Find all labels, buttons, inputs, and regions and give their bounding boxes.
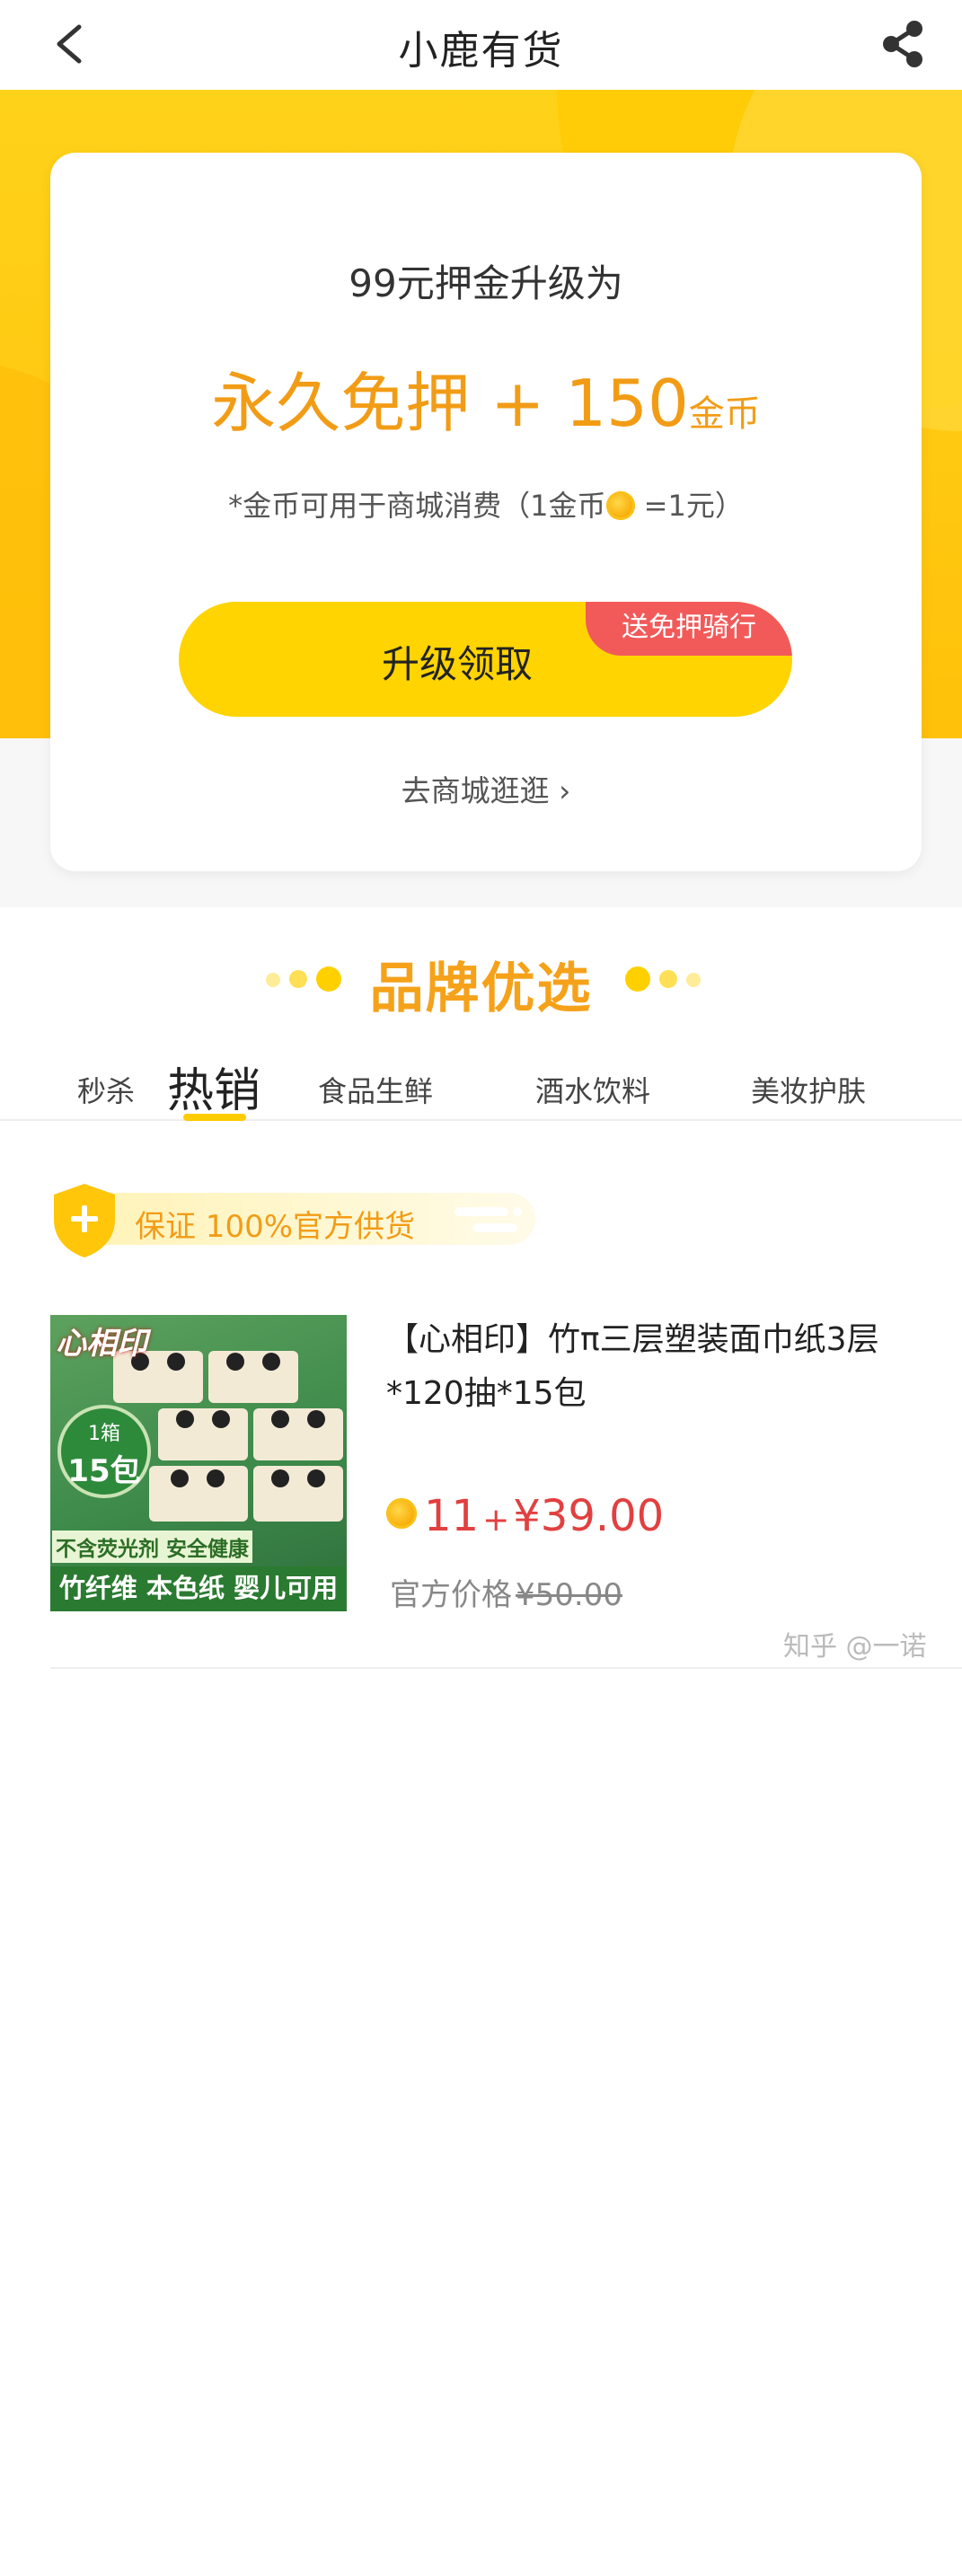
image-caption-1: 不含荧光剂 安全健康: [52, 1531, 253, 1563]
coin-amount: 11: [424, 1491, 480, 1541]
image-caption-2: 竹纤维 本色纸 婴儿可用: [50, 1566, 347, 1611]
upgrade-claim-button[interactable]: 升级领取 送免押骑行: [179, 602, 792, 717]
product-image[interactable]: 心相印 1箱 15包 不含荧光剂 安全健康 竹纤维 本色纸 婴儿可用: [50, 1315, 347, 1611]
pack-badge: 1箱 15包: [57, 1405, 151, 1498]
top-nav-bar: 小鹿有货: [0, 0, 962, 90]
coin-icon: [605, 491, 635, 520]
coin-note: *金币可用于商城消费（1金币 =1元）: [50, 483, 922, 525]
dot: [625, 966, 650, 992]
category-tabs: 秒杀 热销 食品生鲜 酒水饮料 美妆护肤: [0, 1042, 962, 1121]
divider: [50, 1667, 962, 1669]
tab-food-fresh[interactable]: 食品生鲜: [318, 1069, 433, 1110]
headline-main: 永久免押 + 150: [211, 366, 689, 441]
cash-price: ¥39.00: [513, 1491, 665, 1541]
tab-drinks[interactable]: 酒水饮料: [535, 1069, 650, 1110]
guarantee-text: 保证 100%官方供货: [135, 1209, 416, 1245]
brand-section: [0, 907, 962, 2576]
active-tab-indicator: [183, 1114, 246, 1121]
official-price-value: ¥50.00: [516, 1577, 622, 1613]
official-price-label: 官方价格: [390, 1577, 512, 1613]
headline-unit: 金币: [688, 393, 761, 435]
pack-badge-bottom: 15包: [67, 1453, 141, 1489]
coin-note-suffix: =1元）: [634, 489, 744, 523]
price-plus: +: [482, 1502, 510, 1539]
watermark: 知乎 @一诺: [783, 1631, 927, 1663]
official-price: 官方价格 ¥50.00: [390, 1570, 622, 1614]
free-ride-tag: 送免押骑行: [586, 602, 792, 656]
pack-badge-top: 1箱: [88, 1423, 120, 1445]
product-title[interactable]: 【心相印】竹π三层塑装面巾纸3层*120抽*15包: [386, 1313, 934, 1421]
brand-section-title: 品牌优选: [369, 957, 593, 1020]
coin-note-prefix: *金币可用于商城消费（1金币: [228, 489, 606, 523]
guarantee-banner: 保证 100%官方供货: [50, 1182, 535, 1257]
go-to-mall-link[interactable]: 去商城逛逛 ›: [50, 767, 922, 810]
page-title: 小鹿有货: [398, 28, 564, 74]
decorative-lines: [455, 1207, 522, 1232]
dot: [659, 970, 677, 988]
dot: [686, 973, 701, 987]
tab-hot-sale[interactable]: 热销: [167, 1053, 260, 1120]
share-icon[interactable]: [878, 18, 927, 70]
tab-miaosha[interactable]: 秒杀: [77, 1069, 135, 1110]
shield-plus-icon: [54, 1184, 115, 1257]
upgrade-card: 99元押金升级为 永久免押 + 150金币 *金币可用于商城消费（1金币 =1元…: [50, 153, 922, 871]
upgrade-headline: 永久免押 + 150金币: [50, 350, 922, 445]
coin-icon: [386, 1498, 417, 1529]
product-price: 11 +¥39.00: [386, 1491, 664, 1541]
brand-logo: 心相印: [56, 1326, 147, 1362]
upgrade-subtitle: 99元押金升级为: [349, 261, 623, 305]
title-dots-right: [625, 966, 706, 992]
tab-beauty[interactable]: 美妆护肤: [751, 1069, 866, 1110]
